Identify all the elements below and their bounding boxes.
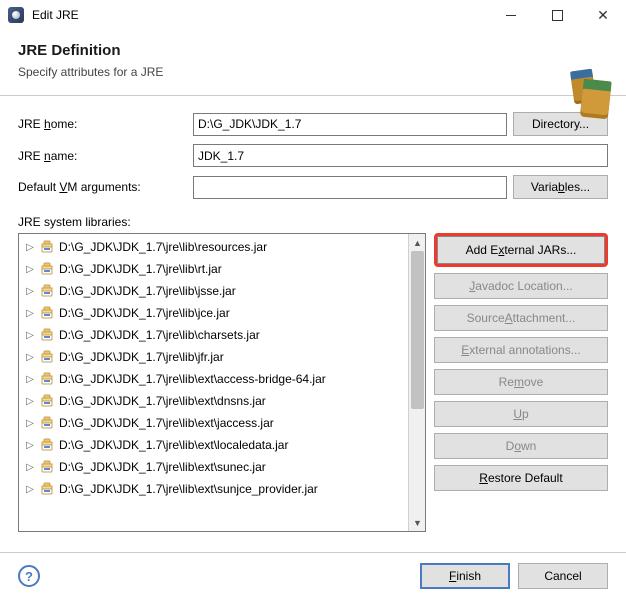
jar-icon xyxy=(39,481,55,497)
tree-item-path: D:\G_JDK\JDK_1.7\jre\lib\jce.jar xyxy=(59,306,230,320)
finish-button[interactable]: Finish xyxy=(420,563,510,589)
expand-icon[interactable]: ▷ xyxy=(23,484,37,495)
tree-item-path: D:\G_JDK\JDK_1.7\jre\lib\ext\sunec.jar xyxy=(59,460,266,474)
expand-icon[interactable]: ▷ xyxy=(23,418,37,429)
expand-icon[interactable]: ▷ xyxy=(23,374,37,385)
up-button[interactable]: Up xyxy=(434,401,608,427)
jar-icon xyxy=(39,393,55,409)
tree-item[interactable]: ▷ D:\G_JDK\JDK_1.7\jre\lib\charsets.jar xyxy=(19,324,408,346)
tree-item[interactable]: ▷ D:\G_JDK\JDK_1.7\jre\lib\ext\localedata… xyxy=(19,434,408,456)
system-libraries-tree[interactable]: ▷D:\G_JDK\JDK_1.7\jre\lib\resources.jar▷… xyxy=(19,234,408,531)
directory-button[interactable]: Directory... xyxy=(513,112,608,136)
jar-icon xyxy=(39,261,55,277)
tree-item-path: D:\G_JDK\JDK_1.7\jre\lib\ext\access-brid… xyxy=(59,372,326,386)
tree-item[interactable]: ▷ D:\G_JDK\JDK_1.7\jre\lib\jsse.jar xyxy=(19,280,408,302)
tree-item[interactable]: ▷ D:\G_JDK\JDK_1.7\jre\lib\jfr.jar xyxy=(19,346,408,368)
jar-icon xyxy=(39,239,55,255)
tree-item-path: D:\G_JDK\JDK_1.7\jre\lib\jsse.jar xyxy=(59,284,236,298)
tree-item[interactable]: ▷ D:\G_JDK\JDK_1.7\jre\lib\ext\dnsns.jar xyxy=(19,390,408,412)
jar-icon xyxy=(39,327,55,343)
jar-icon xyxy=(39,415,55,431)
tree-item-path: D:\G_JDK\JDK_1.7\jre\lib\resources.jar xyxy=(59,240,267,254)
tree-item[interactable]: ▷ D:\G_JDK\JDK_1.7\jre\lib\ext\access-bri… xyxy=(19,368,408,390)
close-button[interactable]: ✕ xyxy=(580,0,626,30)
default-vm-args-input[interactable] xyxy=(193,176,507,199)
expand-icon[interactable]: ▷ xyxy=(23,396,37,407)
restore-default-button[interactable]: Restore Default xyxy=(434,465,608,491)
jar-icon xyxy=(39,305,55,321)
add-external-jars-highlight: Add External JARs... xyxy=(434,233,608,267)
cancel-button[interactable]: Cancel xyxy=(518,563,608,589)
expand-icon[interactable]: ▷ xyxy=(23,308,37,319)
default-vm-args-label: Default VM arguments: xyxy=(18,180,193,194)
external-annotations-button[interactable]: External annotations... xyxy=(434,337,608,363)
expand-icon[interactable]: ▷ xyxy=(23,286,37,297)
remove-button[interactable]: Remove xyxy=(434,369,608,395)
dialog-footer: ? Finish Cancel xyxy=(0,552,626,603)
tree-item-path: D:\G_JDK\JDK_1.7\jre\lib\ext\dnsns.jar xyxy=(59,394,266,408)
jre-home-input[interactable] xyxy=(193,113,507,136)
page-title: JRE Definition xyxy=(18,42,608,59)
scroll-thumb[interactable] xyxy=(411,251,424,409)
expand-icon[interactable]: ▷ xyxy=(23,242,37,253)
tree-item[interactable]: ▷ D:\G_JDK\JDK_1.7\jre\lib\rt.jar xyxy=(19,258,408,280)
page-subtitle: Specify attributes for a JRE xyxy=(18,65,608,79)
scroll-down-arrow[interactable]: ▼ xyxy=(409,514,426,531)
source-attachment-button[interactable]: Source Attachment... xyxy=(434,305,608,331)
tree-item[interactable]: ▷ D:\G_JDK\JDK_1.7\jre\lib\ext\jaccess.ja… xyxy=(19,412,408,434)
dialog-header: JRE Definition Specify attributes for a … xyxy=(0,30,626,95)
maximize-button[interactable] xyxy=(534,0,580,30)
vertical-scrollbar[interactable]: ▲ ▼ xyxy=(408,234,425,531)
scroll-up-arrow[interactable]: ▲ xyxy=(409,234,426,251)
eclipse-icon xyxy=(8,7,24,23)
jar-icon xyxy=(39,459,55,475)
jar-icon xyxy=(39,371,55,387)
books-icon xyxy=(556,70,610,114)
tree-item-path: D:\G_JDK\JDK_1.7\jre\lib\ext\jaccess.jar xyxy=(59,416,274,430)
title-bar: Edit JRE ✕ xyxy=(0,0,626,30)
tree-item-path: D:\G_JDK\JDK_1.7\jre\lib\charsets.jar xyxy=(59,328,260,342)
expand-icon[interactable]: ▷ xyxy=(23,264,37,275)
add-external-jars-button[interactable]: Add External JARs... xyxy=(437,236,605,264)
tree-item[interactable]: ▷ D:\G_JDK\JDK_1.7\jre\lib\ext\sunjce_pro… xyxy=(19,478,408,500)
jre-name-label: JRE name: xyxy=(18,149,193,163)
tree-item-path: D:\G_JDK\JDK_1.7\jre\lib\jfr.jar xyxy=(59,350,224,364)
jre-home-label: JRE home: xyxy=(18,117,193,131)
expand-icon[interactable]: ▷ xyxy=(23,440,37,451)
jre-name-input[interactable] xyxy=(193,144,608,167)
system-libraries-label: JRE system libraries: xyxy=(18,215,608,229)
jar-icon xyxy=(39,437,55,453)
tree-item[interactable]: ▷ D:\G_JDK\JDK_1.7\jre\lib\ext\sunec.jar xyxy=(19,456,408,478)
tree-item[interactable]: ▷ D:\G_JDK\JDK_1.7\jre\lib\resources.jar xyxy=(19,236,408,258)
expand-icon[interactable]: ▷ xyxy=(23,352,37,363)
tree-item[interactable]: ▷ D:\G_JDK\JDK_1.7\jre\lib\jce.jar xyxy=(19,302,408,324)
javadoc-location-button[interactable]: Javadoc Location... xyxy=(434,273,608,299)
expand-icon[interactable]: ▷ xyxy=(23,330,37,341)
expand-icon[interactable]: ▷ xyxy=(23,462,37,473)
variables-button[interactable]: Variables... xyxy=(513,175,608,199)
down-button[interactable]: Down xyxy=(434,433,608,459)
minimize-button[interactable] xyxy=(488,0,534,30)
jar-icon xyxy=(39,283,55,299)
help-icon[interactable]: ? xyxy=(18,565,40,587)
window-title: Edit JRE xyxy=(32,8,488,22)
tree-item-path: D:\G_JDK\JDK_1.7\jre\lib\ext\localedata.… xyxy=(59,438,288,452)
tree-item-path: D:\G_JDK\JDK_1.7\jre\lib\rt.jar xyxy=(59,262,222,276)
jar-icon xyxy=(39,349,55,365)
tree-item-path: D:\G_JDK\JDK_1.7\jre\lib\ext\sunjce_prov… xyxy=(59,482,318,496)
